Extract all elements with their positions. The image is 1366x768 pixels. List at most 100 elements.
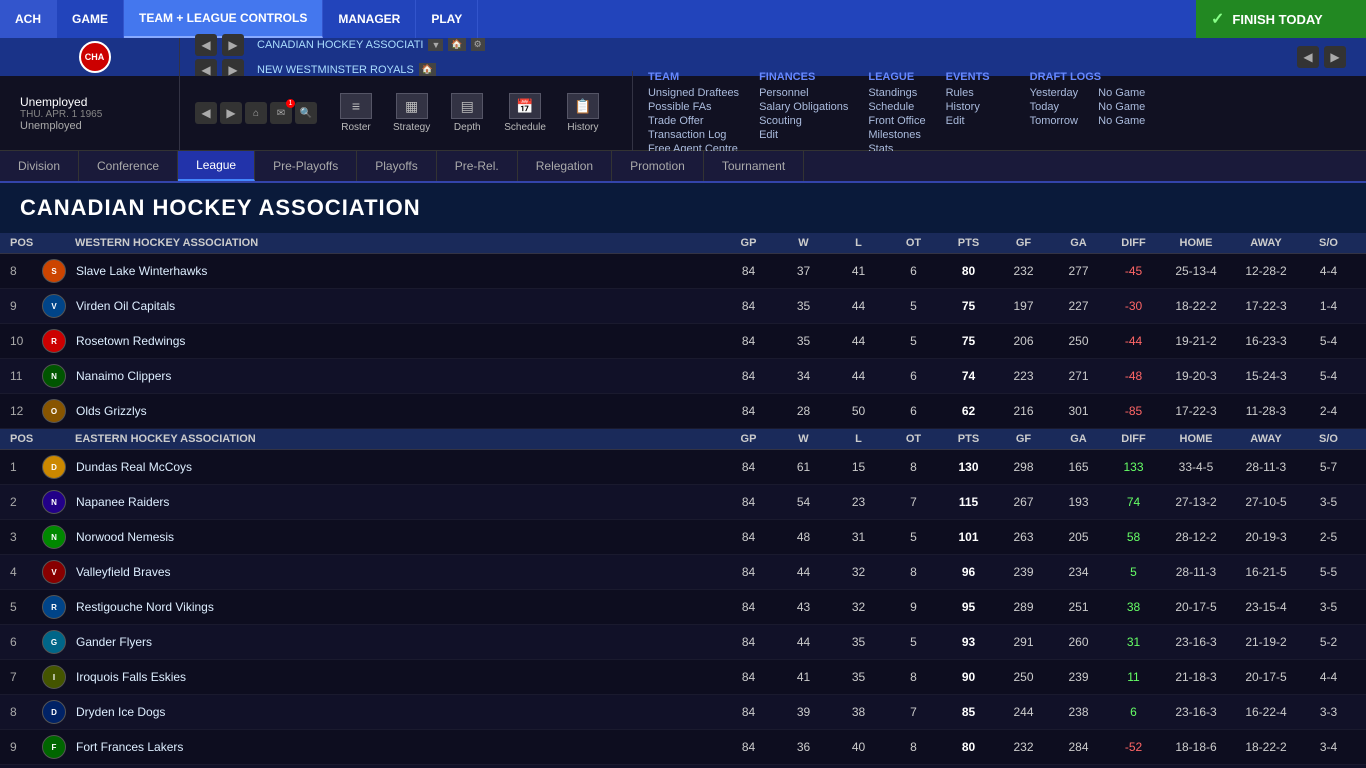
team-name[interactable]: Slave Lake Winterhawks — [76, 264, 721, 278]
row-home: 18-18-6 — [1161, 740, 1231, 754]
team-name[interactable]: Gander Flyers — [76, 635, 721, 649]
team-menu-trade[interactable]: Trade Offer — [648, 114, 739, 128]
depth-button[interactable]: ▤ Depth — [443, 88, 491, 138]
table-row[interactable]: 8 S Slave Lake Winterhawks 84 37 41 6 80… — [0, 254, 1366, 289]
row-so: 3-3 — [1301, 705, 1356, 719]
topbar-team-league[interactable]: TEAM + LEAGUE CONTROLS — [124, 0, 323, 38]
tab-playoffs[interactable]: Playoffs — [357, 151, 436, 181]
league-menu-schedule[interactable]: Schedule — [868, 100, 925, 114]
row-gp: 84 — [721, 530, 776, 544]
toolbar-search[interactable]: 🔍 — [295, 102, 317, 124]
topbar-play[interactable]: PLAY — [416, 0, 478, 38]
topbar-manager[interactable]: MANAGER — [323, 0, 416, 38]
tab-division[interactable]: Division — [0, 151, 79, 181]
toolbar-back[interactable]: ◀ — [195, 102, 217, 124]
table-row[interactable]: 3 N Norwood Nemesis 84 48 31 5 101 263 2… — [0, 520, 1366, 555]
nav-next[interactable]: ▶ — [1324, 46, 1346, 68]
row-gp: 84 — [721, 369, 776, 383]
league-menu-milestones[interactable]: Milestones — [868, 128, 925, 142]
assoc1-prev[interactable]: ◀ — [195, 34, 217, 56]
row-diff: 133 — [1106, 460, 1161, 474]
toolbar-forward[interactable]: ▶ — [220, 102, 242, 124]
toolbar: Unemployed THU. APR. 1 1965 Unemployed ◀… — [0, 76, 1366, 151]
strategy-button[interactable]: ▦ Strategy — [385, 88, 438, 138]
row-ga: 250 — [1051, 334, 1106, 348]
team-name[interactable]: Restigouche Nord Vikings — [76, 600, 721, 614]
row-gf: 232 — [996, 740, 1051, 754]
finances-menu-edit[interactable]: Edit — [759, 128, 848, 142]
team-name[interactable]: Iroquois Falls Eskies — [76, 670, 721, 684]
table-row[interactable]: 9 V Virden Oil Capitals 84 35 44 5 75 19… — [0, 289, 1366, 324]
team-name[interactable]: Rosetown Redwings — [76, 334, 721, 348]
table-row[interactable]: 12 O Olds Grizzlys 84 28 50 6 62 216 301… — [0, 394, 1366, 429]
assoc2-name[interactable]: NEW WESTMINSTER ROYALS — [257, 64, 414, 76]
row-home: 25-13-4 — [1161, 264, 1231, 278]
row-w: 44 — [776, 635, 831, 649]
topbar-ach[interactable]: ACH — [0, 0, 57, 38]
toolbar-mail[interactable]: ✉ 1 — [270, 102, 292, 124]
table-row[interactable]: 1 D Dundas Real McCoys 84 61 15 8 130 29… — [0, 450, 1366, 485]
depth-label: Depth — [454, 122, 481, 133]
standings-wrapper[interactable]: POS WESTERN HOCKEY ASSOCIATION GP W L OT… — [0, 233, 1366, 768]
team-logo: S — [40, 257, 68, 285]
assoc1-name[interactable]: CANADIAN HOCKEY ASSOCIATI — [257, 39, 423, 51]
team-name[interactable]: Olds Grizzlys — [76, 404, 721, 418]
toolbar-home[interactable]: ⌂ — [245, 102, 267, 124]
finish-today-button[interactable]: ✓ FINISH TODAY — [1196, 0, 1366, 38]
topbar: ACH GAME TEAM + LEAGUE CONTROLS MANAGER … — [0, 0, 1366, 38]
table-row[interactable]: 4 V Valleyfield Braves 84 44 32 8 96 239… — [0, 555, 1366, 590]
row-w: 35 — [776, 334, 831, 348]
tab-relegation[interactable]: Relegation — [518, 151, 612, 181]
row-diff: 31 — [1106, 635, 1161, 649]
tab-promotion[interactable]: Promotion — [612, 151, 704, 181]
team-logo: I — [40, 663, 68, 691]
table-row[interactable]: 5 R Restigouche Nord Vikings 84 43 32 9 … — [0, 590, 1366, 625]
nav-prev[interactable]: ◀ — [1297, 46, 1319, 68]
table-row[interactable]: 9 F Fort Frances Lakers 84 36 40 8 80 23… — [0, 730, 1366, 765]
assoc1-next[interactable]: ▶ — [222, 34, 244, 56]
events-menu-history[interactable]: History — [946, 100, 990, 114]
table-row[interactable]: 6 G Gander Flyers 84 44 35 5 93 291 260 … — [0, 625, 1366, 660]
team-menu-possible-fas[interactable]: Possible FAs — [648, 100, 739, 114]
western-header-gf: GF — [996, 237, 1051, 249]
team-name[interactable]: Fort Frances Lakers — [76, 740, 721, 754]
league-menu-standings[interactable]: Standings — [868, 86, 925, 100]
events-menu-edit[interactable]: Edit — [946, 114, 990, 128]
events-menu-rules[interactable]: Rules — [946, 86, 990, 100]
team-menu-transaction[interactable]: Transaction Log — [648, 128, 739, 142]
tab-tournament[interactable]: Tournament — [704, 151, 804, 181]
topbar-game[interactable]: GAME — [57, 0, 124, 38]
roster-button[interactable]: ≡ Roster — [332, 88, 380, 138]
table-row[interactable]: 2 N Napanee Raiders 84 54 23 7 115 267 1… — [0, 485, 1366, 520]
table-row[interactable]: 8 D Dryden Ice Dogs 84 39 38 7 85 244 23… — [0, 695, 1366, 730]
team-logo: N — [40, 488, 68, 516]
table-row[interactable]: 10 R Rosetown Redwings 84 35 44 5 75 206… — [0, 324, 1366, 359]
league-menu-front-office[interactable]: Front Office — [868, 114, 925, 128]
team-menu-unsigned[interactable]: Unsigned Draftees — [648, 86, 739, 100]
finances-menu-personnel[interactable]: Personnel — [759, 86, 848, 100]
finances-menu-salary[interactable]: Salary Obligations — [759, 100, 848, 114]
finances-menu-scouting[interactable]: Scouting — [759, 114, 848, 128]
schedule-button[interactable]: 📅 Schedule — [496, 88, 554, 138]
events-menu: Events Rules History Edit — [946, 71, 990, 156]
team-name[interactable]: Valleyfield Braves — [76, 565, 721, 579]
row-w: 37 — [776, 264, 831, 278]
tab-pre-playoffs[interactable]: Pre-Playoffs — [255, 151, 357, 181]
tab-conference[interactable]: Conference — [79, 151, 178, 181]
team-name[interactable]: Virden Oil Capitals — [76, 299, 721, 313]
row-diff: 38 — [1106, 600, 1161, 614]
tab-league[interactable]: League — [178, 151, 255, 181]
table-row[interactable]: 7 I Iroquois Falls Eskies 84 41 35 8 90 … — [0, 660, 1366, 695]
team-name[interactable]: Nanaimo Clippers — [76, 369, 721, 383]
draft-logs-yesterday-label: Yesterday — [1030, 86, 1079, 100]
table-row[interactable]: 11 N Nanaimo Clippers 84 34 44 6 74 223 … — [0, 359, 1366, 394]
draft-logs-yesterday-value: No Game — [1098, 86, 1145, 100]
team-name[interactable]: Dryden Ice Dogs — [76, 705, 721, 719]
team-name[interactable]: Napanee Raiders — [76, 495, 721, 509]
team-name[interactable]: Dundas Real McCoys — [76, 460, 721, 474]
western-header-home: HOME — [1161, 237, 1231, 249]
tab-pre-rel[interactable]: Pre-Rel. — [437, 151, 518, 181]
team-name[interactable]: Norwood Nemesis — [76, 530, 721, 544]
row-pos: 8 — [10, 264, 40, 278]
history-button[interactable]: 📋 History — [559, 88, 607, 138]
